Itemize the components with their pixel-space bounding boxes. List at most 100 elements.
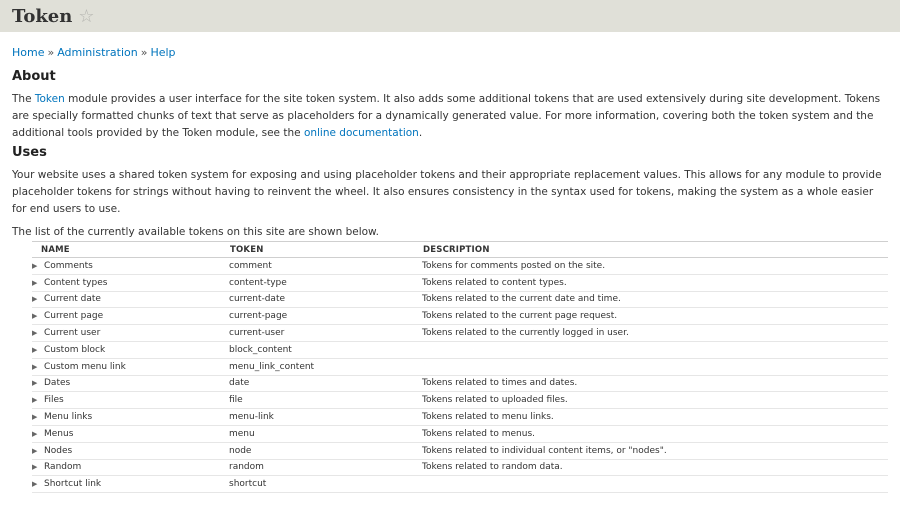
table-row[interactable]: ▶ Current page current-page Tokens related … bbox=[32, 307, 888, 326]
token-name-cell[interactable]: ▶ Custom menu link bbox=[32, 358, 221, 376]
table-row[interactable]: ▶ Current date current-date Tokens related … bbox=[32, 291, 888, 309]
table-row[interactable]: ▶ Menu links menu-link Tokens related to me… bbox=[32, 408, 888, 426]
token-name-cell[interactable]: ▶ Content types bbox=[32, 274, 221, 292]
list-intro-text: The list of the currently available toke… bbox=[12, 226, 379, 238]
column-header-name: NAME bbox=[32, 241, 221, 258]
column-header-description: DESCRIPTION bbox=[414, 241, 888, 258]
token-name-cell[interactable]: ▶ Files bbox=[32, 391, 221, 410]
expand-arrow-icon[interactable]: ▶ bbox=[32, 329, 44, 337]
breadcrumb-separator: » bbox=[47, 46, 55, 59]
token-description bbox=[414, 341, 888, 359]
token-name: Custom block bbox=[44, 344, 106, 355]
token-module-link[interactable]: Token bbox=[35, 93, 65, 105]
star-icon[interactable]: ☆ bbox=[78, 6, 94, 27]
token-description: Tokens related to the current date and t… bbox=[414, 291, 888, 309]
token-description: Tokens related to the current page reque… bbox=[414, 307, 888, 326]
main-content: Home» Administration» Help About The Token… bbox=[0, 46, 900, 241]
table-row[interactable]: ▶ Nodes node Tokens related to individual c… bbox=[32, 442, 888, 460]
token-description: Tokens related to individual content ite… bbox=[414, 442, 888, 460]
token-name-cell[interactable]: ▶ Current user bbox=[32, 324, 221, 342]
page-title: Token bbox=[12, 5, 73, 27]
about-text-part: module provides a user interface for the… bbox=[12, 93, 881, 139]
token-description bbox=[414, 475, 888, 494]
table-row[interactable]: ▶ Menus menu Tokens related to menus. bbox=[32, 425, 888, 443]
column-header-token: TOKEN bbox=[221, 241, 414, 258]
token-name: Comments bbox=[44, 260, 93, 271]
breadcrumb-home[interactable]: Home bbox=[12, 46, 44, 59]
token-machine-name: random bbox=[221, 459, 414, 477]
token-machine-name: block_content bbox=[221, 341, 414, 359]
table-row[interactable]: ▶ Shortcut link shortcut bbox=[32, 475, 888, 494]
token-name: Content types bbox=[44, 277, 108, 288]
token-name-cell[interactable]: ▶ Custom block bbox=[32, 341, 221, 359]
expand-arrow-icon[interactable]: ▶ bbox=[32, 279, 44, 287]
token-name-cell[interactable]: ▶ Menu links bbox=[32, 408, 221, 426]
table-row[interactable]: ▶ Random random Tokens related to random da… bbox=[32, 459, 888, 477]
expand-arrow-icon[interactable]: ▶ bbox=[32, 312, 44, 320]
expand-arrow-icon[interactable]: ▶ bbox=[32, 346, 44, 354]
token-machine-name: content-type bbox=[221, 274, 414, 292]
token-description bbox=[414, 358, 888, 376]
token-table-body: ▶ Comments comment Tokens for comments post… bbox=[32, 257, 888, 494]
breadcrumb-help[interactable]: Help bbox=[150, 46, 175, 59]
expand-arrow-icon[interactable]: ▶ bbox=[32, 463, 44, 471]
token-machine-name: comment bbox=[221, 257, 414, 275]
page-header: Token ☆ bbox=[0, 0, 900, 32]
token-name: Current date bbox=[44, 294, 101, 305]
expand-arrow-icon[interactable]: ▶ bbox=[32, 262, 44, 270]
token-machine-name: current-user bbox=[221, 324, 414, 342]
token-name: Custom menu link bbox=[44, 361, 126, 372]
token-name-cell[interactable]: ▶ Comments bbox=[32, 257, 221, 275]
token-name: Random bbox=[44, 462, 82, 473]
token-machine-name: date bbox=[221, 375, 414, 393]
about-heading: About bbox=[12, 69, 56, 84]
expand-arrow-icon[interactable]: ▶ bbox=[32, 430, 44, 438]
breadcrumb-administration[interactable]: Administration bbox=[57, 46, 138, 59]
table-row[interactable]: ▶ Files file Tokens related to uploaded fil… bbox=[32, 391, 888, 410]
token-name-cell[interactable]: ▶ Random bbox=[32, 459, 221, 477]
expand-arrow-icon[interactable]: ▶ bbox=[32, 295, 44, 303]
token-machine-name: file bbox=[221, 391, 414, 410]
token-machine-name: menu_link_content bbox=[221, 358, 414, 376]
expand-arrow-icon[interactable]: ▶ bbox=[32, 413, 44, 421]
token-name: Menu links bbox=[44, 412, 93, 423]
table-row[interactable]: ▶ Content types content-type Tokens related… bbox=[32, 274, 888, 292]
token-name-cell[interactable]: ▶ Menus bbox=[32, 425, 221, 443]
expand-arrow-icon[interactable]: ▶ bbox=[32, 396, 44, 404]
token-description: Tokens related to the currently logged i… bbox=[414, 324, 888, 342]
token-name-cell[interactable]: ▶ Dates bbox=[32, 375, 221, 393]
expand-arrow-icon[interactable]: ▶ bbox=[32, 447, 44, 455]
token-description: Tokens related to uploaded files. bbox=[414, 391, 888, 410]
token-name: Nodes bbox=[44, 445, 73, 456]
token-name-cell[interactable]: ▶ Nodes bbox=[32, 442, 221, 460]
token-name-cell[interactable]: ▶ Current page bbox=[32, 307, 221, 326]
about-text-part: The bbox=[12, 93, 35, 105]
token-machine-name: current-page bbox=[221, 307, 414, 326]
table-row[interactable]: ▶ Custom block block_content bbox=[32, 341, 888, 359]
about-text-part: . bbox=[418, 127, 423, 139]
expand-arrow-icon[interactable]: ▶ bbox=[32, 379, 44, 387]
token-description: Tokens related to content types. bbox=[414, 274, 888, 292]
token-name: Files bbox=[44, 395, 64, 406]
token-name: Current page bbox=[44, 311, 104, 322]
token-description: Tokens related to menu links. bbox=[414, 408, 888, 426]
token-name-cell[interactable]: ▶ Shortcut link bbox=[32, 475, 221, 494]
uses-heading: Uses bbox=[12, 145, 47, 160]
table-header-row: NAME TOKEN DESCRIPTION bbox=[32, 241, 888, 258]
token-name: Menus bbox=[44, 428, 74, 439]
expand-arrow-icon[interactable]: ▶ bbox=[32, 480, 44, 488]
table-row[interactable]: ▶ Comments comment Tokens for comments post… bbox=[32, 257, 888, 275]
token-description: Tokens for comments posted on the site. bbox=[414, 257, 888, 275]
table-row[interactable]: ▶ Custom menu link menu_link_content bbox=[32, 358, 888, 376]
token-description: Tokens related to menus. bbox=[414, 425, 888, 443]
token-machine-name: node bbox=[221, 442, 414, 460]
token-name-cell[interactable]: ▶ Current date bbox=[32, 291, 221, 309]
token-machine-name: shortcut bbox=[221, 475, 414, 494]
token-machine-name: menu-link bbox=[221, 408, 414, 426]
token-table: NAME TOKEN DESCRIPTION ▶ Comments comment T… bbox=[32, 241, 888, 494]
expand-arrow-icon[interactable]: ▶ bbox=[32, 363, 44, 371]
token-name: Current user bbox=[44, 328, 101, 339]
table-row[interactable]: ▶ Current user current-user Tokens related … bbox=[32, 324, 888, 342]
online-documentation-link[interactable]: online documentation bbox=[304, 127, 419, 139]
table-row[interactable]: ▶ Dates date Tokens related to times and da… bbox=[32, 375, 888, 393]
